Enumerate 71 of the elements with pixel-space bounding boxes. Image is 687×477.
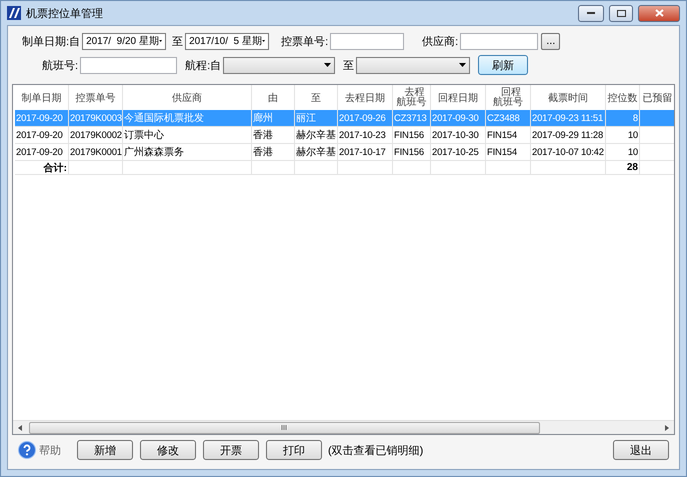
- ticket-number-field[interactable]: [330, 32, 404, 50]
- total-value: 28: [606, 161, 640, 175]
- destination-cell[interactable]: 赫尔辛基: [295, 127, 338, 144]
- date-cell[interactable]: 2017-09-20: [15, 127, 69, 144]
- table-cell: [486, 161, 531, 175]
- table-cell: [431, 161, 486, 175]
- return-date-cell[interactable]: 2017-10-25: [431, 144, 486, 161]
- dropdown-caret-icon: [324, 63, 332, 67]
- departure-date-cell[interactable]: 2017-10-23: [338, 127, 393, 144]
- close-icon: [654, 9, 664, 17]
- route-separator: 至: [343, 58, 354, 72]
- dropdown-caret-icon: [459, 63, 466, 67]
- ticket-number-label: 控票单号:: [281, 34, 328, 48]
- grip-icon: [281, 425, 288, 430]
- origin-cell[interactable]: 香港: [252, 127, 295, 144]
- return-flight-cell[interactable]: FIN154: [486, 127, 531, 144]
- destination-cell[interactable]: 赫尔辛基: [295, 144, 338, 161]
- supplier-cell[interactable]: 广州森森票务: [123, 144, 252, 161]
- date-separator: 至: [172, 34, 184, 48]
- minimize-button[interactable]: [578, 4, 604, 22]
- ticket-number-cell[interactable]: 20179K0001: [69, 144, 123, 161]
- flight-number-field[interactable]: [80, 56, 178, 74]
- outbound-flight-cell[interactable]: FIN156: [393, 127, 431, 144]
- reserved-cell[interactable]: [640, 110, 674, 127]
- table-cell: [338, 161, 393, 175]
- hint-text: (双击查看已销明细): [328, 444, 424, 458]
- window-title: 机票控位单管理: [26, 6, 104, 20]
- date-cell[interactable]: 2017-09-20: [15, 144, 69, 161]
- minimize-icon: [587, 12, 595, 14]
- app-icon: [7, 6, 21, 20]
- date-to-picker[interactable]: 2017/10/ 5 星期: [185, 32, 270, 50]
- table-cell: [393, 161, 431, 175]
- deadline-cell[interactable]: 2017-10-07 10:42: [531, 144, 606, 161]
- table-cell: [295, 161, 338, 175]
- departure-date-cell[interactable]: 2017-10-17: [338, 144, 393, 161]
- refresh-button[interactable]: 刷新: [478, 55, 528, 75]
- supplier-label: 供应商:: [422, 34, 458, 48]
- outbound-flight-cell[interactable]: FIN156: [393, 144, 431, 161]
- origin-cell[interactable]: 香港: [252, 144, 295, 161]
- route-to-dropdown[interactable]: [356, 56, 470, 74]
- help-icon[interactable]: [18, 441, 36, 459]
- supplier-field[interactable]: [460, 32, 538, 50]
- maximize-button[interactable]: [609, 4, 633, 22]
- date-from-picker[interactable]: 2017/ 9/20 星期: [82, 32, 166, 50]
- deadline-cell[interactable]: 2017-09-29 11:28: [531, 127, 606, 144]
- seat-count-cell[interactable]: 10: [606, 127, 640, 144]
- return-date-cell[interactable]: 2017-10-30: [431, 127, 486, 144]
- table-cell: [69, 161, 123, 175]
- maximize-icon: [616, 10, 626, 16]
- action-button[interactable]: 开票: [203, 440, 259, 460]
- ticket-number-cell[interactable]: 20179K0002: [69, 127, 123, 144]
- dropdown-caret-icon: [158, 39, 162, 43]
- exit-button[interactable]: 退出: [613, 440, 669, 460]
- route-from-dropdown[interactable]: [223, 56, 336, 74]
- seat-count-cell[interactable]: 10: [606, 144, 640, 161]
- return-flight-cell[interactable]: FIN154: [486, 144, 531, 161]
- action-button[interactable]: 打印: [266, 440, 322, 460]
- flight-number-label: 航班号:: [42, 58, 78, 72]
- dropdown-caret-icon: [262, 39, 266, 43]
- table-cell: [252, 161, 295, 175]
- date-label: 制单日期:自: [22, 34, 80, 48]
- help-link[interactable]: 帮助: [39, 442, 61, 458]
- total-label: 合计:: [15, 161, 69, 175]
- horizontal-scrollbar[interactable]: [13, 420, 674, 434]
- action-button[interactable]: 修改: [140, 440, 196, 460]
- browse-button[interactable]: ...: [541, 32, 560, 50]
- close-button[interactable]: [638, 4, 680, 22]
- action-button[interactable]: 新增: [77, 440, 133, 460]
- scroll-thumb[interactable]: [29, 422, 540, 434]
- route-label: 航程:自: [185, 58, 222, 72]
- supplier-cell[interactable]: 订票中心: [123, 127, 252, 144]
